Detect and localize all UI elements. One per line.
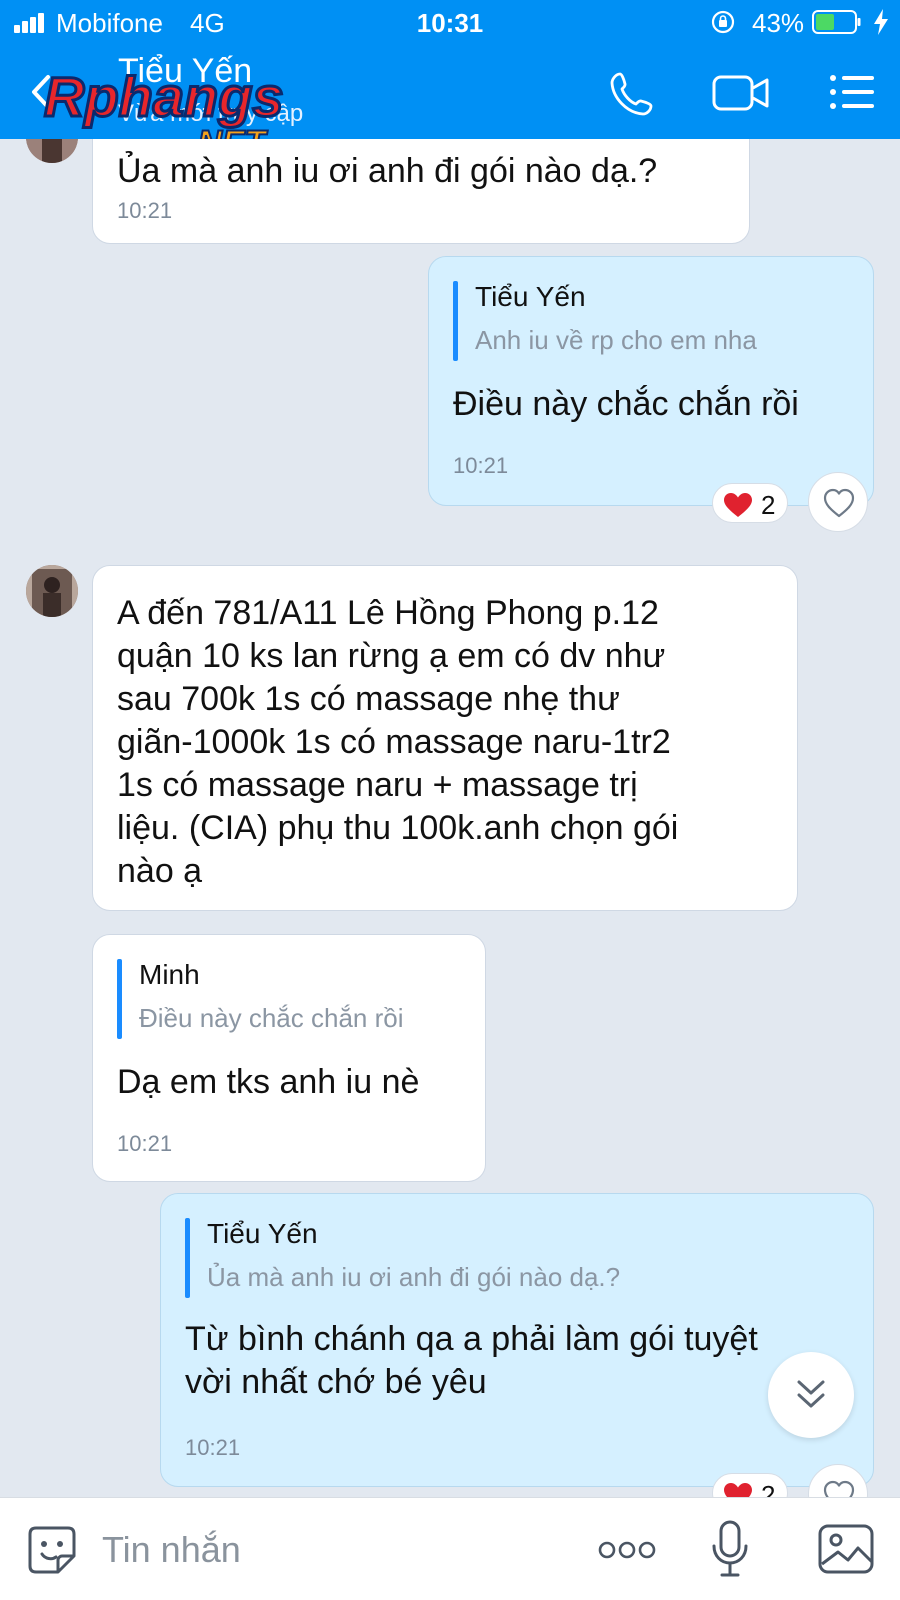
like-icon xyxy=(823,488,855,518)
quote-accent-bar xyxy=(185,1218,190,1298)
message-line: A đến 781/A11 Lê Hồng Phong p.12 xyxy=(117,594,659,632)
message-bubble-outgoing[interactable]: Tiểu Yến Ủa mà anh iu ơi anh đi gói nào … xyxy=(160,1193,874,1487)
message-line: quận 10 ks lan rừng ạ em có dv như xyxy=(117,637,666,675)
image-icon[interactable] xyxy=(818,1524,874,1574)
contact-avatar[interactable] xyxy=(26,565,78,617)
chat-header: Tiểu Yến Vừa mới truy cập Rphangs .NET xyxy=(0,46,900,158)
message-text: Ủa mà anh iu ơi anh đi gói nào dạ.? xyxy=(117,152,658,190)
message-bubble-incoming[interactable]: Ủa mà anh iu ơi anh đi gói nào dạ.? 10:2… xyxy=(92,139,750,244)
quote-accent-bar xyxy=(117,959,122,1039)
heart-icon xyxy=(724,1483,752,1497)
quote-author: Minh xyxy=(139,959,200,990)
message-line: nào ạ xyxy=(117,852,203,890)
message-bubble-incoming[interactable]: A đến 781/A11 Lê Hồng Phong p.12 quận 10… xyxy=(92,565,798,911)
message-time: 10:21 xyxy=(185,1435,241,1460)
top-bar: Mobifone 4G 10:31 43% Tiểu Yến Vừa mới t… xyxy=(0,0,900,158)
video-call-icon[interactable] xyxy=(712,72,770,114)
reaction-count: 2 xyxy=(761,1480,776,1497)
heart-icon xyxy=(724,493,752,517)
quote-author: Tiểu Yến xyxy=(475,281,586,312)
quote-author: Tiểu Yến xyxy=(207,1218,318,1249)
avatar-image xyxy=(26,139,78,163)
message-line: 1s có massage naru + massage trị xyxy=(117,766,638,804)
sticker-icon[interactable] xyxy=(26,1524,78,1576)
quote-accent-bar xyxy=(453,281,458,361)
message-line: liệu. (CIA) phụ thu 100k.anh chọn gói xyxy=(117,809,679,847)
status-bar: Mobifone 4G 10:31 43% xyxy=(0,0,900,44)
message-time: 10:21 xyxy=(117,198,173,223)
message-text: Điều này chắc chắn rồi xyxy=(453,385,799,423)
svg-text:Rphangs: Rphangs xyxy=(44,65,284,128)
message-bubble-outgoing[interactable]: Tiểu Yến Anh iu về rp cho em nha Điều nà… xyxy=(428,256,874,506)
message-input[interactable] xyxy=(102,1522,572,1578)
message-time: 10:21 xyxy=(453,453,509,478)
call-icon[interactable] xyxy=(608,70,656,118)
contact-avatar[interactable] xyxy=(26,139,78,163)
like-button[interactable] xyxy=(808,472,868,532)
quote-text: Ủa mà anh iu ơi anh đi gói nào dạ.? xyxy=(207,1262,621,1292)
message-text-block: Từ bình chánh qa a phải làm gói tuyệt vờ… xyxy=(185,1318,758,1404)
message-line: sau 700k 1s có massage nhẹ thư xyxy=(117,680,620,718)
scroll-to-bottom-button[interactable] xyxy=(768,1352,854,1438)
more-icon[interactable] xyxy=(598,1538,656,1562)
reaction-summary[interactable]: 2 xyxy=(712,1473,788,1497)
message-bubble-incoming[interactable]: Minh Điều này chắc chắn rồi Dạ em tks an… xyxy=(92,934,486,1182)
message-time: 10:21 xyxy=(117,1131,173,1156)
chat-area[interactable]: Ủa mà anh iu ơi anh đi gói nào dạ.? 10:2… xyxy=(0,139,900,1497)
message-line: giãn-1000k 1s có massage naru-1tr2 xyxy=(117,723,671,761)
message-text-block: A đến 781/A11 Lê Hồng Phong p.12 quận 10… xyxy=(117,592,678,893)
battery-percentage: 43% xyxy=(752,8,805,38)
quote-text: Điều này chắc chắn rồi xyxy=(139,1003,404,1033)
reaction-count: 2 xyxy=(761,490,776,520)
like-icon xyxy=(823,1480,855,1497)
avatar-image xyxy=(26,565,78,617)
double-chevron-down-icon xyxy=(797,1380,825,1408)
battery-icon xyxy=(812,10,861,34)
charging-icon xyxy=(874,9,888,35)
rotation-lock-icon xyxy=(711,10,735,34)
message-line: vời nhất chớ bé yêu xyxy=(185,1363,487,1401)
message-text: Dạ em tks anh iu nè xyxy=(117,1063,420,1101)
message-line: Từ bình chánh qa a phải làm gói tuyệt xyxy=(185,1320,758,1358)
quote-text: Anh iu về rp cho em nha xyxy=(475,325,757,355)
message-input-bar xyxy=(0,1497,900,1600)
mic-icon[interactable] xyxy=(710,1520,750,1578)
reaction-summary[interactable]: 2 xyxy=(712,483,788,523)
menu-icon[interactable] xyxy=(828,72,876,112)
